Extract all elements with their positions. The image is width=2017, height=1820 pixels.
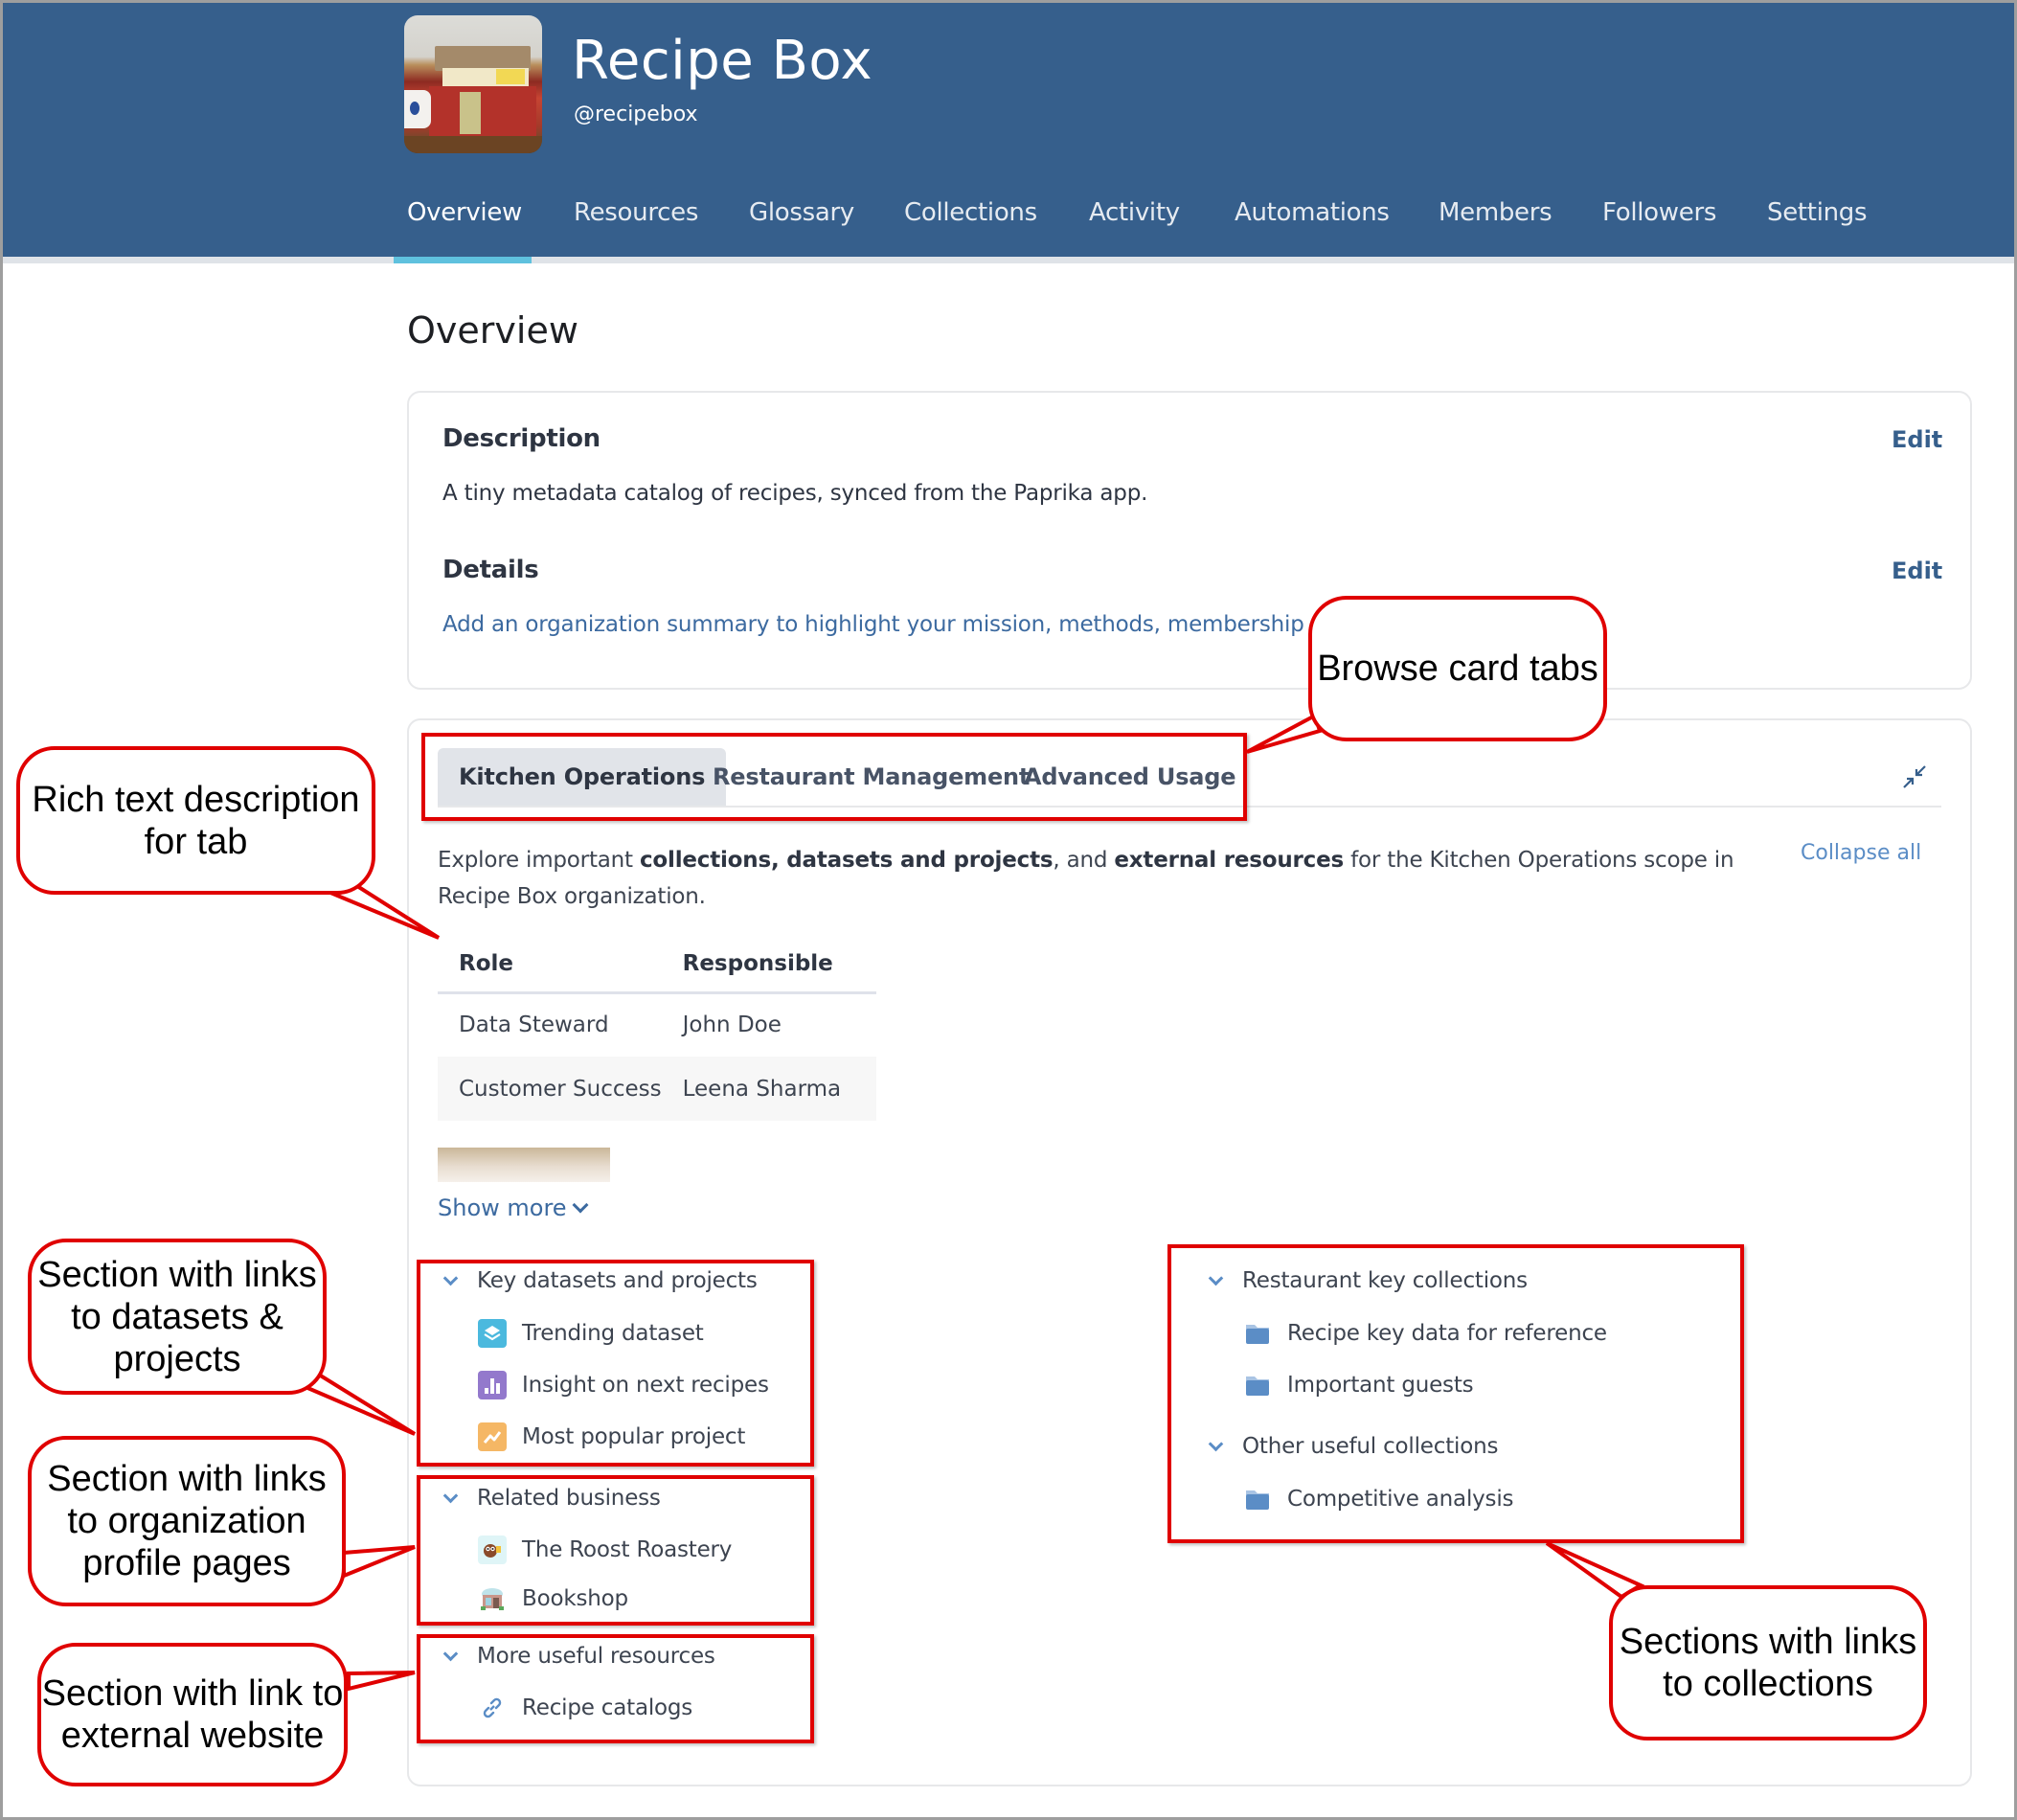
callout-org-section: Section with links to organization profi… <box>28 1436 346 1606</box>
pointer-org-pages <box>342 1545 416 1579</box>
nav-tab-glossary[interactable]: Glossary <box>749 198 854 227</box>
org-handle: @recipebox <box>574 102 698 126</box>
org-logo <box>404 15 542 153</box>
nav-active-indicator <box>394 257 532 263</box>
table-cell-role: Data Steward <box>459 1012 609 1038</box>
callout-datasets-section: Section with links to datasets & project… <box>28 1239 327 1395</box>
nav-tab-settings[interactable]: Settings <box>1767 198 1868 227</box>
table-row: Customer Success Leena Sharma <box>438 1057 876 1121</box>
logo-recipe-card-yellow <box>496 69 525 84</box>
description-text: A tiny metadata catalog of recipes, sync… <box>442 481 1148 506</box>
nav-tab-members[interactable]: Members <box>1439 198 1552 227</box>
callout-browse-tabs: Browse card tabs <box>1308 596 1607 741</box>
pointer-external <box>347 1671 416 1692</box>
collapse-arrows-icon[interactable] <box>1900 762 1929 791</box>
chevron-down-icon <box>572 1196 589 1214</box>
nav-tab-automations[interactable]: Automations <box>1235 198 1390 227</box>
logo-box-decoration <box>460 92 481 134</box>
annotation-box-collections <box>1167 1244 1744 1543</box>
table-cell-responsible: Leena Sharma <box>661 1057 876 1121</box>
rich-text-part: Explore important <box>438 848 640 873</box>
annotation-box-external <box>417 1634 814 1743</box>
description-heading: Description <box>442 424 601 453</box>
table-cell-role: Customer Success <box>438 1057 662 1121</box>
table-cell-responsible: John Doe <box>682 1012 782 1038</box>
nav-tab-resources[interactable]: Resources <box>574 198 698 227</box>
logo-box-body <box>429 86 536 140</box>
annotation-box-datasets <box>417 1260 814 1467</box>
logo-shelf <box>404 136 542 153</box>
annotation-box-related-business <box>417 1475 814 1626</box>
rich-text-bold: external resources <box>1114 848 1345 873</box>
org-name: Recipe Box <box>572 30 873 92</box>
tab-rich-text-description: Explore important collections, datasets … <box>438 842 1740 915</box>
rich-text-part: , and <box>1053 848 1115 873</box>
details-heading: Details <box>442 556 539 584</box>
nav-tab-collections[interactable]: Collections <box>904 198 1037 227</box>
nav-underline-track <box>3 257 2014 263</box>
rich-text-bold: collections, datasets and projects <box>639 848 1054 873</box>
org-header: Recipe Box @recipebox Overview Resources… <box>3 3 2014 257</box>
edit-details-button[interactable]: Edit <box>1892 557 1942 584</box>
nav-tab-followers[interactable]: Followers <box>1602 198 1716 227</box>
edit-description-button[interactable]: Edit <box>1892 426 1942 453</box>
embedded-image-preview <box>438 1148 610 1182</box>
nav-tab-overview[interactable]: Overview <box>407 198 522 227</box>
table-header-row: Role Responsible <box>438 937 876 994</box>
callout-external-section: Section with link to external website <box>37 1643 348 1786</box>
annotation-box-tabs <box>421 733 1247 821</box>
roles-table: Role Responsible Data Steward John Doe C… <box>438 937 876 1121</box>
collapse-all-button[interactable]: Collapse all <box>1801 841 1921 865</box>
add-summary-link[interactable]: Add an organization summary to highlight… <box>442 612 1325 637</box>
callout-rich-text: Rich text description for tab <box>16 746 375 895</box>
logo-mug-pattern <box>410 102 419 115</box>
show-more-button[interactable]: Show more <box>438 1194 589 1221</box>
column-header-role: Role <box>438 937 662 994</box>
page-title: Overview <box>407 309 578 352</box>
show-more-label: Show more <box>438 1194 567 1221</box>
column-header-responsible: Responsible <box>661 937 876 994</box>
table-row: Data Steward John Doe <box>438 992 876 1057</box>
about-card <box>407 391 1972 690</box>
callout-collections-section: Sections with links to collections <box>1609 1585 1927 1740</box>
pointer-datasets <box>302 1372 417 1436</box>
nav-tab-activity[interactable]: Activity <box>1089 198 1180 227</box>
